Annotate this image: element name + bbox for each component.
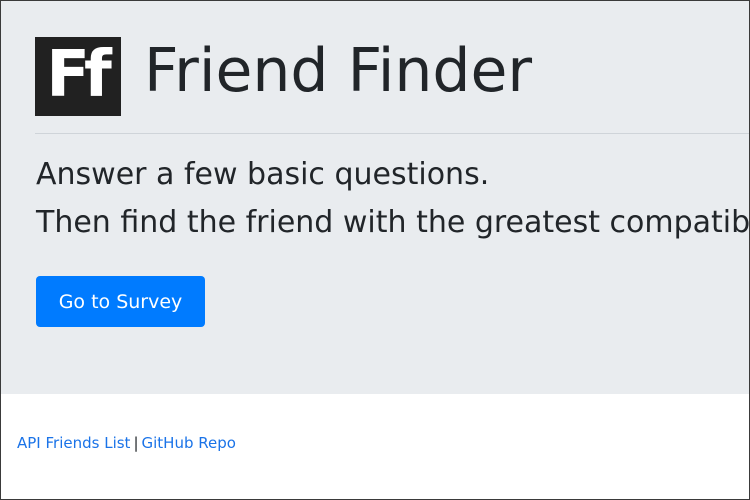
- divider: [35, 133, 749, 134]
- lead-text-line-2: Then find the friend with the greatest c…: [36, 205, 749, 240]
- link-separator: |: [133, 434, 139, 452]
- api-friends-list-link[interactable]: API Friends List: [17, 434, 130, 452]
- brand-logo-text: Ff: [46, 37, 112, 112]
- page-title: Friend Finder: [144, 36, 533, 106]
- page-frame: Ff Friend Finder Answer a few basic ques…: [0, 0, 750, 500]
- jumbotron: Ff Friend Finder Answer a few basic ques…: [1, 1, 749, 394]
- github-repo-link[interactable]: GitHub Repo: [142, 434, 236, 452]
- lead-text-line-1: Answer a few basic questions.: [36, 157, 490, 192]
- brand-logo: Ff: [35, 37, 121, 116]
- go-to-survey-button[interactable]: Go to Survey: [36, 276, 205, 327]
- footer-links: API Friends List | GitHub Repo: [17, 433, 236, 453]
